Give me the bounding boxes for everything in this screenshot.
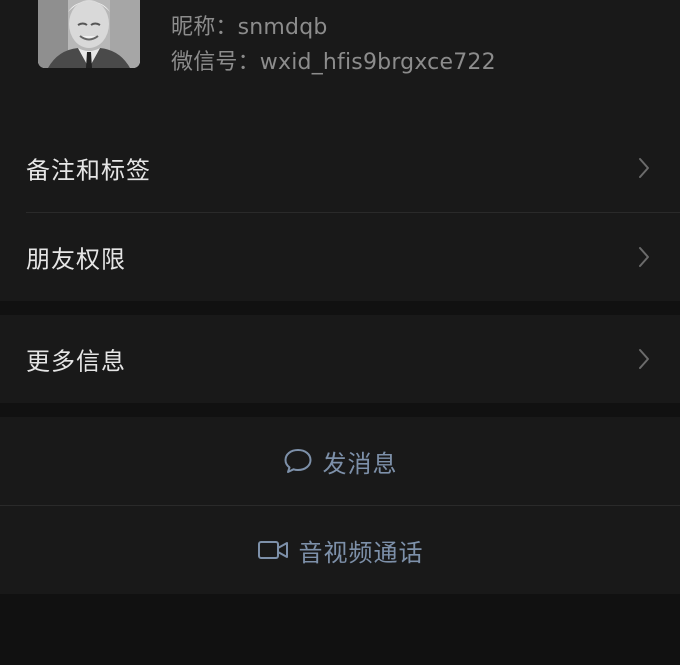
video-call-button[interactable]: 音视频通话 (0, 506, 680, 594)
more-info-row[interactable]: 更多信息 (0, 315, 680, 403)
more-info-group: 更多信息 (0, 315, 680, 403)
remark-tags-row[interactable]: 备注和标签 (0, 124, 680, 212)
send-message-content: 发消息 (283, 444, 398, 479)
wechat-id-text[interactable]: 微信号：wxid_hfis9brgxce722 (171, 44, 496, 76)
more-info-label: 更多信息 (26, 347, 126, 376)
avatar[interactable] (38, 0, 140, 68)
avatar-photo (38, 0, 140, 68)
chevron-right-icon (639, 349, 649, 369)
nickname-text: 昵称：snmdqb (171, 15, 328, 40)
actions-group: 发消息 音视频通话 (0, 417, 680, 594)
chat-bubble-icon (284, 449, 311, 473)
video-call-content: 音视频通话 (257, 533, 424, 568)
contact-profile-page: 昵称：snmdqb 微信号：wxid_hfis9brgxce722 备注和标签 … (0, 0, 680, 665)
profile-header: 昵称：snmdqb 微信号：wxid_hfis9brgxce722 (0, 0, 680, 124)
video-call-label: 音视频通话 (298, 538, 424, 567)
send-message-button[interactable]: 发消息 (0, 417, 680, 505)
contact-settings-group: 备注和标签 朋友权限 (0, 124, 680, 301)
remark-tags-label: 备注和标签 (26, 156, 151, 185)
send-message-label: 发消息 (322, 449, 398, 478)
friend-permissions-row[interactable]: 朋友权限 (0, 213, 680, 301)
chevron-right-icon (639, 158, 649, 178)
friend-permissions-label: 朋友权限 (26, 245, 126, 274)
chevron-right-icon (639, 247, 649, 267)
video-camera-icon (257, 541, 288, 559)
